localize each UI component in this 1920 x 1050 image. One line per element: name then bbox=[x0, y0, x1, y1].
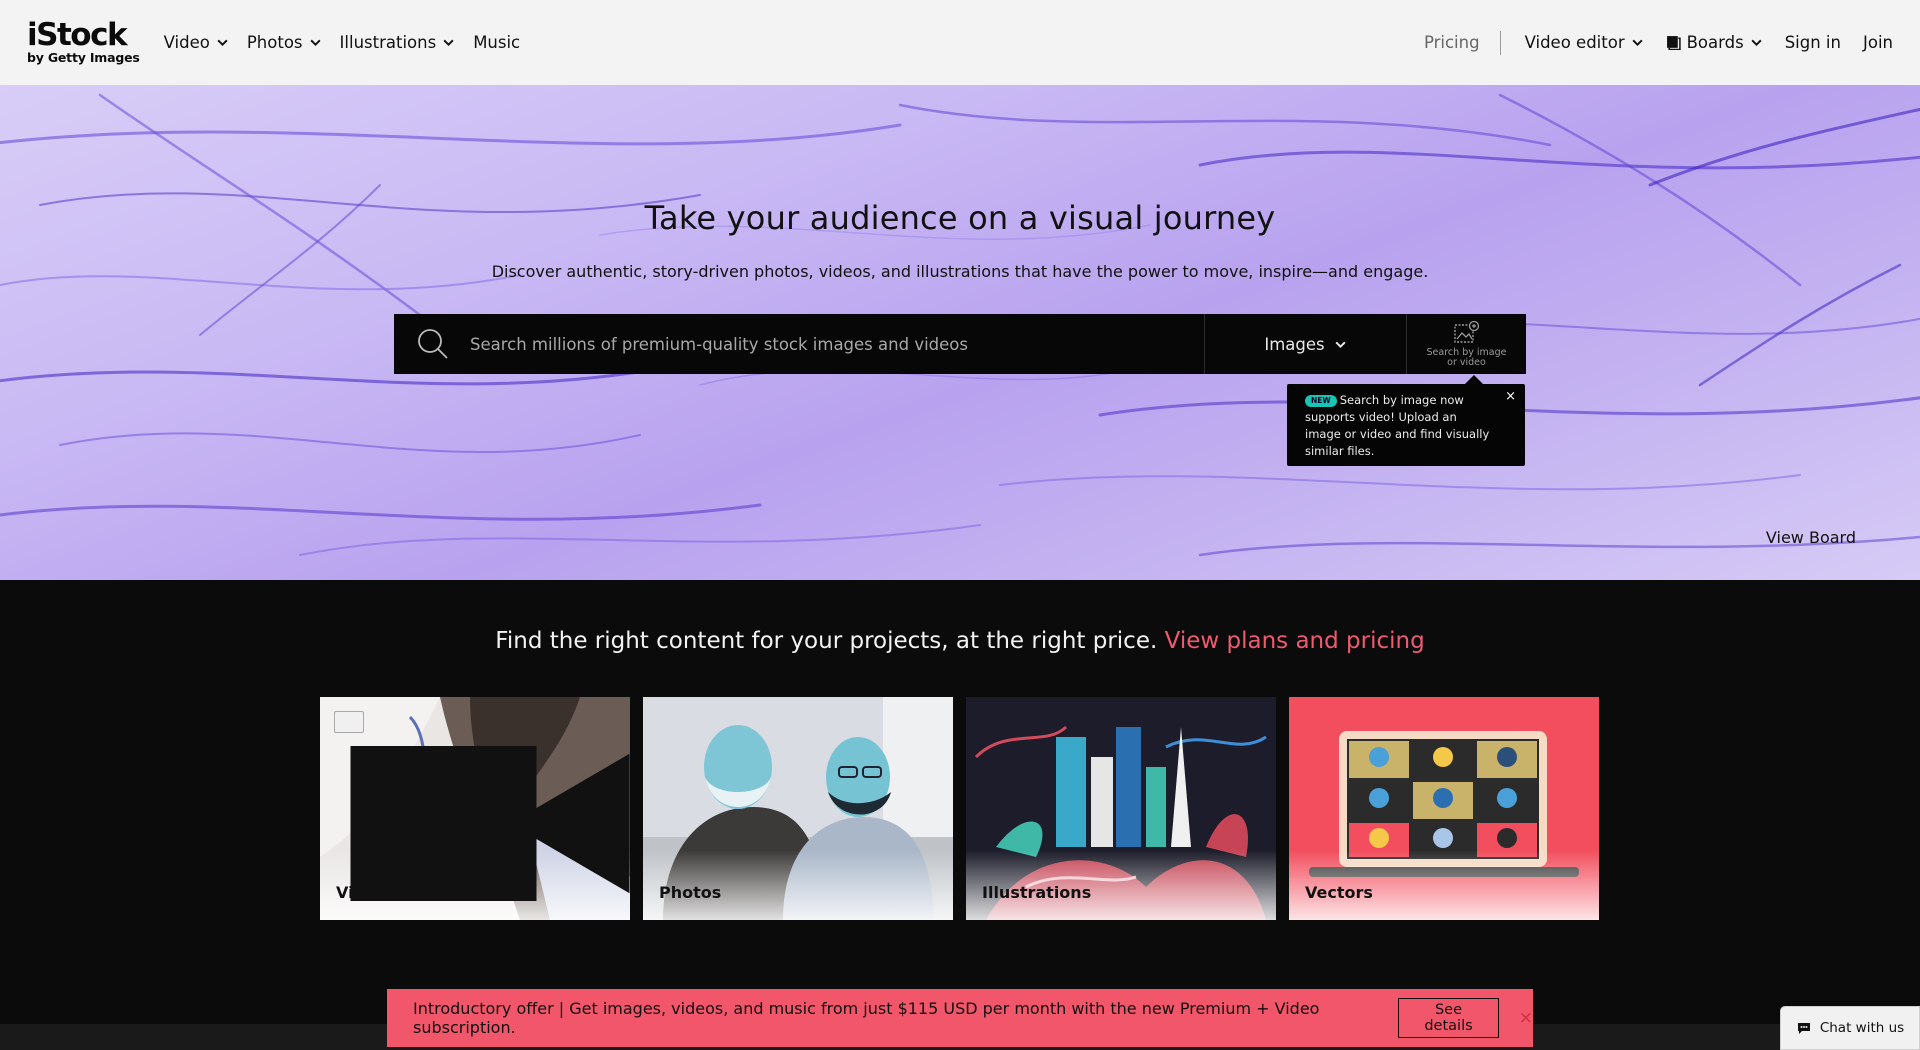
card-illustrations-label: Illustrations bbox=[982, 883, 1092, 902]
pricing-pitch: Find the right content for your projects… bbox=[0, 628, 1920, 654]
promo-close-icon[interactable]: × bbox=[1519, 1008, 1533, 1028]
image-search-icon bbox=[1453, 320, 1479, 343]
chat-bubble-icon bbox=[1797, 1023, 1810, 1034]
card-photos-label: Photos bbox=[659, 883, 722, 902]
card-illustrations[interactable]: Illustrations bbox=[966, 697, 1276, 920]
view-board-link[interactable]: View Board bbox=[1766, 528, 1856, 547]
chevron-down-icon bbox=[217, 39, 228, 47]
promo-banner: Introductory offer | Get images, videos,… bbox=[387, 989, 1533, 1047]
chevron-down-icon bbox=[1751, 39, 1762, 47]
hero-subtitle: Discover authentic, story-driven photos,… bbox=[491, 262, 1429, 281]
nav-illustrations-label: Illustrations bbox=[339, 33, 437, 52]
nav-pricing[interactable]: Pricing bbox=[1424, 33, 1500, 52]
nav-right: Pricing Video editor Boards Sign in Join bbox=[1424, 30, 1893, 55]
nav-music-label: Music bbox=[473, 33, 521, 52]
chevron-down-icon bbox=[443, 39, 454, 47]
chevron-down-icon bbox=[310, 39, 321, 47]
nav-video-label: Video bbox=[163, 33, 210, 52]
search-type-label: Images bbox=[1264, 334, 1325, 354]
chat-label: Chat with us bbox=[1819, 1020, 1905, 1036]
category-cards: Video Photos bbox=[320, 697, 1599, 920]
nav-video-editor-label: Video editor bbox=[1524, 33, 1625, 52]
search-bar: Images Search by image or video bbox=[394, 314, 1526, 374]
see-details-button[interactable]: See details bbox=[1398, 998, 1499, 1038]
board-icon bbox=[1666, 36, 1681, 50]
nav-photos[interactable]: Photos bbox=[247, 33, 322, 52]
image-search-label-2: or video bbox=[1447, 357, 1486, 368]
new-feature-tooltip: NEW Search by image now supports video! U… bbox=[1287, 375, 1525, 466]
istock-logo[interactable]: iStock by Getty Images bbox=[27, 20, 140, 65]
nav-illustrations[interactable]: Illustrations bbox=[340, 33, 456, 52]
chevron-down-icon bbox=[1335, 341, 1346, 348]
top-header: iStock by Getty Images Video Photos Illu… bbox=[0, 0, 1920, 85]
logo-brand: iStock bbox=[27, 17, 128, 54]
nav-left: Video Photos Illustrations Music bbox=[164, 33, 521, 52]
new-badge: NEW bbox=[1305, 395, 1337, 407]
join-link[interactable]: Join bbox=[1863, 33, 1893, 52]
search-by-image-button[interactable]: Search by image or video bbox=[1406, 314, 1526, 374]
video-camera-icon bbox=[334, 711, 630, 901]
nav-boards-label: Boards bbox=[1686, 33, 1744, 52]
view-plans-link[interactable]: View plans and pricing bbox=[1165, 628, 1425, 654]
tooltip-close-icon[interactable]: × bbox=[1505, 388, 1516, 405]
search-icon[interactable] bbox=[416, 327, 450, 361]
chat-widget[interactable]: Chat with us bbox=[1780, 1006, 1920, 1050]
nav-divider bbox=[1499, 30, 1501, 55]
nav-boards[interactable]: Boards bbox=[1666, 33, 1763, 52]
chevron-down-icon bbox=[1632, 39, 1643, 47]
hero-banner: Take your audience on a visual journey D… bbox=[0, 85, 1920, 580]
card-photos[interactable]: Photos bbox=[643, 697, 953, 920]
nav-photos-label: Photos bbox=[246, 33, 303, 52]
promo-text: Introductory offer | Get images, videos,… bbox=[413, 999, 1320, 1037]
card-video[interactable]: Video bbox=[320, 697, 630, 920]
pitch-text: Find the right content for your projects… bbox=[495, 628, 1158, 654]
search-type-dropdown[interactable]: Images bbox=[1204, 314, 1406, 374]
nav-music[interactable]: Music bbox=[473, 33, 520, 52]
nav-video[interactable]: Video bbox=[164, 33, 229, 52]
logo-sub: by Getty Images bbox=[27, 50, 140, 66]
hero-title: Take your audience on a visual journey bbox=[644, 199, 1276, 237]
card-vectors-label: Vectors bbox=[1305, 883, 1373, 902]
sign-in-link[interactable]: Sign in bbox=[1785, 33, 1841, 52]
search-input[interactable] bbox=[470, 334, 1170, 354]
nav-video-editor[interactable]: Video editor bbox=[1525, 33, 1644, 52]
card-vectors[interactable]: Vectors bbox=[1289, 697, 1599, 920]
